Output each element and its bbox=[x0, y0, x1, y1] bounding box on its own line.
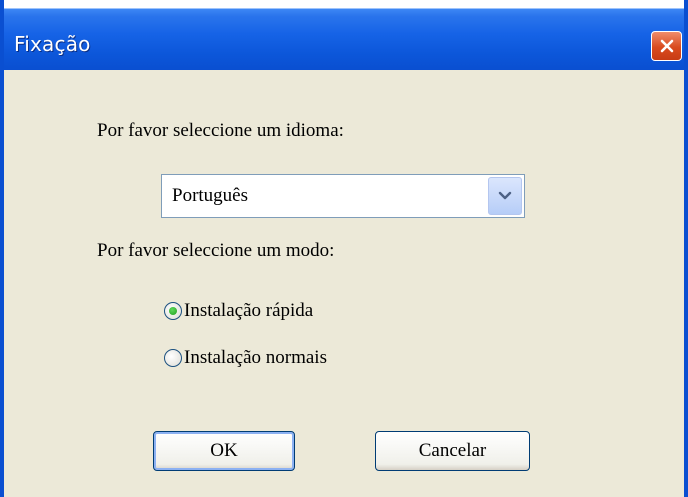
window-title: Fixação bbox=[14, 32, 91, 56]
dropdown-button[interactable] bbox=[488, 177, 522, 215]
radio-label-normal-install: Instalação normais bbox=[184, 347, 327, 368]
language-selected-value: Português bbox=[172, 185, 248, 206]
title-bar[interactable]: Fixação bbox=[4, 0, 684, 70]
language-select[interactable]: Português bbox=[161, 174, 525, 218]
dialog-body: Por favor seleccione um idioma: Portuguê… bbox=[4, 70, 684, 497]
cancel-button[interactable]: Cancelar bbox=[375, 431, 530, 471]
radio-label-quick-install: Instalação rápida bbox=[184, 300, 314, 321]
dialog-window: Fixação Por favor seleccione um idioma: … bbox=[0, 0, 688, 497]
language-prompt: Por favor seleccione um idioma: bbox=[97, 120, 344, 141]
radio-button-checked[interactable] bbox=[164, 302, 182, 320]
chevron-down-icon bbox=[498, 191, 512, 200]
close-x-icon bbox=[660, 39, 673, 53]
radio-option-normal-install[interactable]: Instalação normais bbox=[164, 347, 327, 369]
radio-option-quick-install[interactable]: Instalação rápida bbox=[164, 300, 313, 322]
close-button[interactable] bbox=[651, 31, 682, 61]
mode-prompt: Por favor seleccione um modo: bbox=[97, 240, 335, 261]
radio-button-unchecked[interactable] bbox=[164, 349, 182, 367]
ok-button[interactable]: OK bbox=[153, 431, 295, 471]
